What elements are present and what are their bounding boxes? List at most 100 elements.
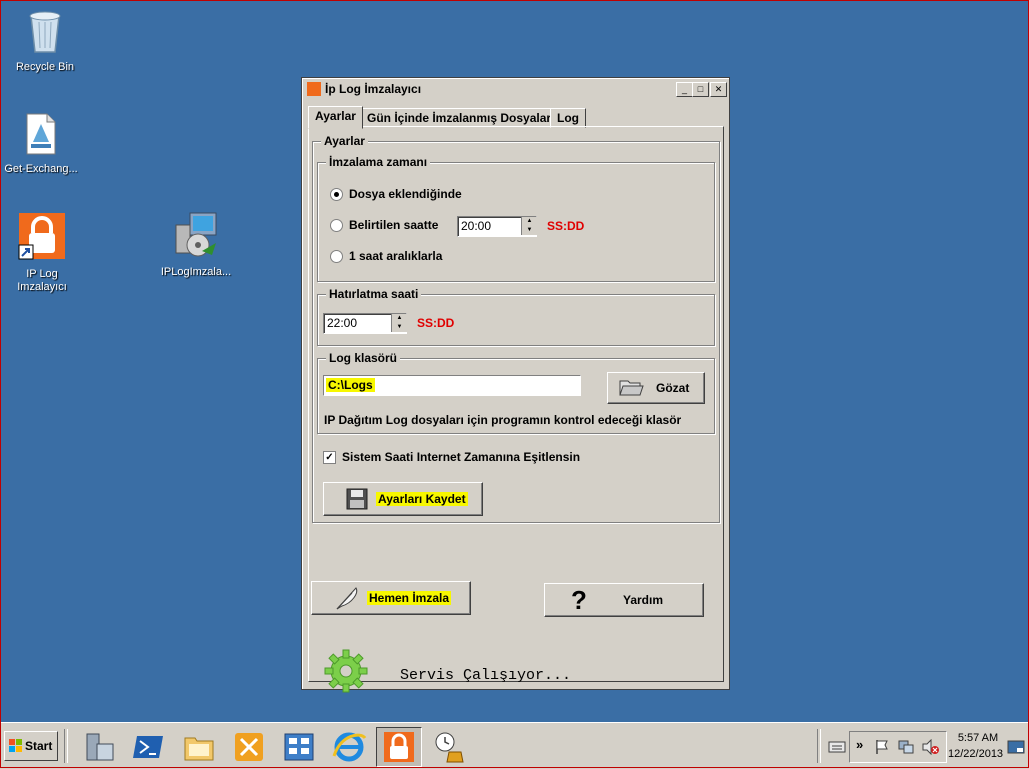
- clock-time[interactable]: 5:57 AM: [955, 732, 1001, 744]
- desktop-icon-label: Get-Exchang...: [4, 163, 78, 175]
- signing-time-format-hint: SS:DD: [547, 219, 585, 233]
- clock-date[interactable]: 12/22/2013: [948, 748, 1003, 760]
- spin-down-icon[interactable]: ▼: [391, 323, 407, 332]
- log-folder-group: Log klasörü C:\Logs Gözat IP Dağıtım Log…: [317, 351, 715, 434]
- radio-hourly[interactable]: 1 saat aralıklarla: [330, 249, 442, 263]
- control-panel-icon: [284, 733, 314, 761]
- signing-time-group: İmzalama zamanı Dosya eklendiğinde Belir…: [317, 155, 715, 282]
- help-button-label: Yardım: [623, 593, 664, 607]
- log-folder-path: C:\Logs: [326, 378, 375, 392]
- title-bar[interactable]: İp Log İmzalayıcı _ □ ✕: [304, 80, 727, 98]
- save-settings-label: Ayarları Kaydet: [376, 492, 468, 506]
- taskbar-ip-log-imzalayici[interactable]: [376, 727, 422, 767]
- signing-time-title: İmzalama zamanı: [326, 155, 431, 169]
- recycle-bin-icon: [29, 11, 61, 53]
- app-title-icon: [307, 82, 321, 96]
- spin-up-icon[interactable]: ▲: [391, 314, 407, 323]
- powershell-icon: [133, 736, 163, 758]
- maximize-button[interactable]: □: [692, 82, 709, 97]
- save-settings-button[interactable]: Ayarları Kaydet: [323, 482, 483, 516]
- browse-button-label: Gözat: [656, 381, 690, 395]
- show-desktop-icon[interactable]: [1007, 739, 1025, 755]
- feather-pen-icon: [336, 587, 358, 610]
- taskbar-iis-manager[interactable]: [226, 727, 272, 767]
- iis-manager-icon: [235, 733, 263, 761]
- reminder-time-spinner[interactable]: 22:00 ▲ ▼: [323, 313, 407, 334]
- desktop-icon-ip-log-imzalayici[interactable]: IP Log Imzalayıcı: [0, 211, 87, 294]
- radio-label: 1 saat aralıklarla: [349, 249, 443, 263]
- sync-time-checkbox[interactable]: ✓: [323, 450, 336, 464]
- signing-time-value[interactable]: 20:00: [461, 219, 491, 233]
- desktop-icon-label: IP Log Imzalayıcı: [17, 268, 67, 293]
- log-folder-input[interactable]: C:\Logs: [323, 375, 581, 396]
- close-button[interactable]: ✕: [710, 82, 727, 97]
- taskbar: Start » 5:57 AM 12/22/2013: [0, 722, 1029, 769]
- system-tray: »: [849, 731, 947, 763]
- taskbar-explorer[interactable]: [176, 727, 222, 767]
- ip-log-window: İp Log İmzalayıcı _ □ ✕ Ayarlar Gün İçin…: [301, 77, 730, 693]
- tab-ayarlar[interactable]: Ayarlar: [308, 106, 363, 129]
- volume-muted-icon[interactable]: [922, 739, 940, 755]
- radio-button[interactable]: [330, 187, 343, 201]
- radio-label: Belirtilen saatte: [349, 218, 439, 232]
- ip-log-app-icon: [18, 213, 65, 260]
- taskbar-internet-explorer[interactable]: [326, 727, 372, 767]
- windows-logo-icon: [9, 739, 22, 752]
- floppy-disk-icon: [346, 488, 368, 510]
- desktop-icon-get-exchange[interactable]: Get-Exchang...: [0, 112, 86, 176]
- start-button[interactable]: Start: [4, 731, 58, 761]
- signing-time-spinner[interactable]: 20:00 ▲ ▼: [457, 216, 537, 237]
- taskbar-control-panel[interactable]: [276, 727, 322, 767]
- minimize-button[interactable]: _: [676, 82, 693, 97]
- reminder-title: Hatırlatma saati: [326, 287, 422, 301]
- desktop-icon-label: IPLogImzala...: [160, 266, 232, 278]
- folder-icon: [619, 380, 644, 396]
- radio-label: Dosya eklendiğinde: [349, 187, 462, 201]
- taskbar-time-sync-app[interactable]: [426, 727, 472, 767]
- spin-down-icon[interactable]: ▼: [521, 226, 537, 235]
- clock-person-icon: [435, 732, 464, 763]
- action-center-flag-icon[interactable]: [874, 739, 890, 755]
- tab-gun-icinde-imzalanmis[interactable]: Gün İçinde İmzalanmış Dosyalar: [360, 108, 559, 128]
- sync-time-checkbox-row[interactable]: ✓ Sistem Saati Internet Zamanına Eşitlen…: [323, 450, 580, 464]
- radio-button[interactable]: [330, 218, 343, 232]
- tray-divider: [817, 729, 821, 763]
- script-file-icon: [26, 113, 56, 155]
- start-label: Start: [25, 739, 53, 753]
- keyboard-icon[interactable]: [828, 740, 846, 754]
- settings-group-title: Ayarlar: [321, 134, 368, 148]
- server-manager-icon: [86, 733, 114, 761]
- reminder-group: Hatırlatma saati 22:00 ▲ ▼ SS:DD: [317, 287, 715, 346]
- taskbar-server-manager[interactable]: [76, 727, 122, 767]
- desktop-icon-iplogimzala-installer[interactable]: IPLogImzala...: [151, 211, 241, 279]
- service-gear-icon: [324, 649, 368, 693]
- show-hidden-icons-chevron[interactable]: »: [856, 737, 863, 752]
- taskbar-divider: [64, 729, 68, 763]
- sync-time-label: Sistem Saati Internet Zamanına Eşitlensi…: [342, 450, 581, 464]
- spin-up-icon[interactable]: ▲: [521, 217, 537, 226]
- reminder-format-hint: SS:DD: [417, 316, 455, 330]
- ip-log-app-icon: [384, 732, 414, 762]
- file-explorer-icon: [184, 737, 214, 761]
- taskbar-powershell[interactable]: [126, 727, 172, 767]
- settings-tab-panel: Ayarlar İmzalama zamanı Dosya eklendiğin…: [308, 126, 724, 693]
- desktop-icon-recycle-bin[interactable]: Recycle Bin: [0, 6, 90, 74]
- settings-group: Ayarlar İmzalama zamanı Dosya eklendiğin…: [312, 134, 720, 523]
- tab-log[interactable]: Log: [550, 108, 586, 128]
- service-status-text: Servis Çalışıyor...: [400, 667, 572, 684]
- log-folder-description: IP Dağıtım Log dosyaları için programın …: [324, 413, 682, 427]
- desktop-icon-label: Recycle Bin: [15, 61, 75, 73]
- internet-explorer-icon: [332, 732, 367, 762]
- help-button[interactable]: ? Yardım: [544, 583, 704, 617]
- help-question-icon: ?: [571, 585, 587, 615]
- window-title: İp Log İmzalayıcı: [325, 82, 422, 96]
- browse-button[interactable]: Gözat: [607, 372, 705, 404]
- sign-now-label: Hemen İmzala: [367, 591, 452, 605]
- network-icon[interactable]: [898, 739, 914, 755]
- radio-at-specified-time[interactable]: Belirtilen saatte: [330, 218, 438, 232]
- installer-icon: [175, 212, 217, 257]
- sign-now-button[interactable]: Hemen İmzala: [311, 581, 471, 615]
- reminder-time-value[interactable]: 22:00: [327, 316, 357, 330]
- radio-button[interactable]: [330, 249, 343, 263]
- radio-on-file-added[interactable]: Dosya eklendiğinde: [330, 187, 462, 201]
